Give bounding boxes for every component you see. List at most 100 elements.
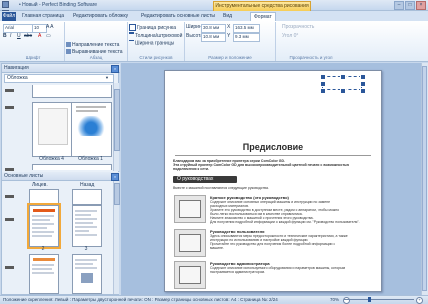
cover-spread-icon — [5, 106, 14, 109]
sheet-thumb-prev-left[interactable] — [29, 189, 59, 205]
tab-edit-sheets[interactable]: Редактировать основные листы — [138, 12, 218, 21]
close-icon[interactable]: × — [111, 173, 119, 181]
weight-label: Толщина/штриховой — [135, 32, 183, 39]
height-input[interactable]: 10.8 мм — [201, 33, 226, 42]
sheet-line — [32, 231, 54, 233]
font-color-button[interactable]: A — [38, 33, 41, 40]
sheets-col-back: Назад — [80, 182, 95, 188]
shape-icon[interactable]: ▭ — [46, 33, 51, 40]
tab-view[interactable]: Вид — [220, 12, 235, 21]
italic-button[interactable]: I — [10, 33, 11, 40]
border-width-icon — [129, 40, 134, 46]
tab-home[interactable]: Главная страница — [19, 12, 67, 21]
item-line: Прочитайте это руководство для получения… — [210, 242, 336, 246]
width-input[interactable]: 30.8 мм — [201, 24, 226, 33]
sheet-thumb-page-2[interactable] — [27, 203, 61, 249]
resize-handle[interactable] — [360, 74, 366, 80]
border-button[interactable]: Граница рисунка — [129, 24, 176, 32]
resize-handle[interactable] — [360, 81, 366, 87]
font-grow-shrink[interactable]: A A — [46, 24, 54, 31]
item-line: Для получения подробной информации о каж… — [210, 220, 360, 224]
weight-button[interactable]: Толщина/штриховой — [129, 32, 182, 40]
text-direction-button[interactable]: Направление текста — [66, 42, 119, 49]
sheet-line — [75, 210, 97, 212]
tab-file[interactable]: Файл — [2, 12, 16, 21]
sheet-line — [75, 259, 97, 261]
paragraph-group-caption: Абзац — [89, 55, 103, 60]
cover-thumb-front[interactable] — [71, 102, 112, 157]
sheets-scroll-thumb[interactable] — [114, 183, 120, 205]
quick-access-toolbar[interactable] — [2, 1, 16, 17]
sheet-line — [32, 219, 50, 221]
cover-thumb-back[interactable] — [32, 102, 73, 157]
sheet-line — [32, 272, 54, 274]
manual-image — [174, 261, 206, 289]
manual-book — [179, 234, 201, 252]
border-width-label: Ширина границы — [135, 40, 175, 47]
canvas-scroll-thumb[interactable] — [422, 66, 427, 291]
border-width-button[interactable]: Ширина границы — [129, 40, 174, 47]
heading-rule — [175, 155, 371, 156]
resize-handle[interactable] — [320, 74, 326, 80]
status-bar: Положение скрепления: Левый : Параметры … — [0, 295, 428, 304]
window-controls: – □ × — [393, 1, 426, 10]
sheet-thumb-prev-right[interactable] — [72, 189, 102, 205]
resize-handle[interactable] — [360, 88, 366, 94]
sheet-heading-bar — [33, 209, 55, 212]
document-page[interactable]: Предисловие Благодарим вас за приобретен… — [164, 70, 382, 292]
title-bar: • Новый - Perfect Binding Software Инстр… — [0, 0, 428, 17]
close-icon[interactable]: × — [416, 1, 426, 10]
sheets-header: Основные листы × — [2, 172, 120, 181]
manual-book — [179, 266, 201, 284]
zoom-slider-knob[interactable] — [367, 297, 371, 302]
border-label: Граница рисунка — [137, 24, 176, 31]
underline-button[interactable]: U — [17, 33, 21, 40]
sheet-line — [75, 214, 91, 216]
navigation-scrollbar[interactable] — [113, 83, 120, 171]
angle-button[interactable]: Угол 0° — [282, 33, 298, 40]
maximize-icon[interactable]: □ — [405, 1, 415, 10]
minimize-icon[interactable]: – — [394, 1, 404, 10]
sheet-thumb-page-4[interactable] — [29, 254, 59, 294]
transparency-button[interactable]: Прозрачность — [282, 24, 314, 31]
resize-handle[interactable] — [340, 88, 346, 94]
resize-handle[interactable] — [320, 81, 326, 87]
weight-icon — [129, 32, 134, 39]
sheet-thumb-page-3[interactable] — [72, 205, 102, 247]
cover-line — [76, 110, 98, 112]
sheet-spread-icon — [5, 218, 14, 221]
sheet-page-number: 3 — [84, 246, 88, 252]
paragraph-group: Направление текста Выравнивание текста А… — [65, 22, 128, 61]
transparency-angle-group: Прозрачность Угол 0° Прозрачность и угол — [276, 22, 346, 61]
cover-back-content — [38, 108, 68, 145]
font-group-caption: Шрифт — [25, 55, 41, 60]
sheets-scrollbar[interactable] — [113, 181, 120, 294]
align-icon — [66, 49, 71, 55]
resize-handle[interactable] — [320, 88, 326, 94]
sheet-line — [75, 222, 93, 224]
navigation-title: Навигация — [4, 65, 29, 71]
bold-button[interactable]: B — [3, 33, 7, 40]
cover-thumb-next[interactable] — [32, 164, 112, 170]
sheet-thumb-page-5[interactable] — [72, 254, 102, 294]
strikethrough-button[interactable]: abc — [24, 33, 32, 40]
item-line: машине. — [210, 246, 224, 250]
manual-book — [179, 200, 201, 218]
navigation-select[interactable]: Обложка — [4, 74, 114, 83]
app-icon — [2, 1, 9, 8]
navigation-scroll-thumb[interactable] — [114, 89, 120, 151]
resize-handle[interactable] — [340, 74, 346, 80]
cover-thumb-prev[interactable] — [32, 85, 112, 98]
intro-line: подключения к сети. — [173, 167, 209, 171]
font-name-select[interactable]: Arial — [3, 24, 34, 33]
close-icon[interactable]: × — [111, 65, 119, 73]
y-input[interactable]: 9.3 мм — [233, 33, 260, 42]
x-input[interactable]: 163.5 мм — [233, 24, 260, 33]
ribbon-tabs: Файл Главная страница Редактировать обло… — [0, 11, 428, 22]
zoom-slider[interactable] — [344, 299, 414, 300]
ribbon: Arial 10 A A B I U abc A ▭ Шрифт Направл… — [0, 21, 428, 62]
font-size-select[interactable]: 10 — [32, 24, 47, 33]
sheet-heading-bar — [33, 258, 55, 261]
sheet-line — [32, 215, 54, 217]
tab-edit-cover[interactable]: Редактировать обложку — [70, 12, 131, 21]
